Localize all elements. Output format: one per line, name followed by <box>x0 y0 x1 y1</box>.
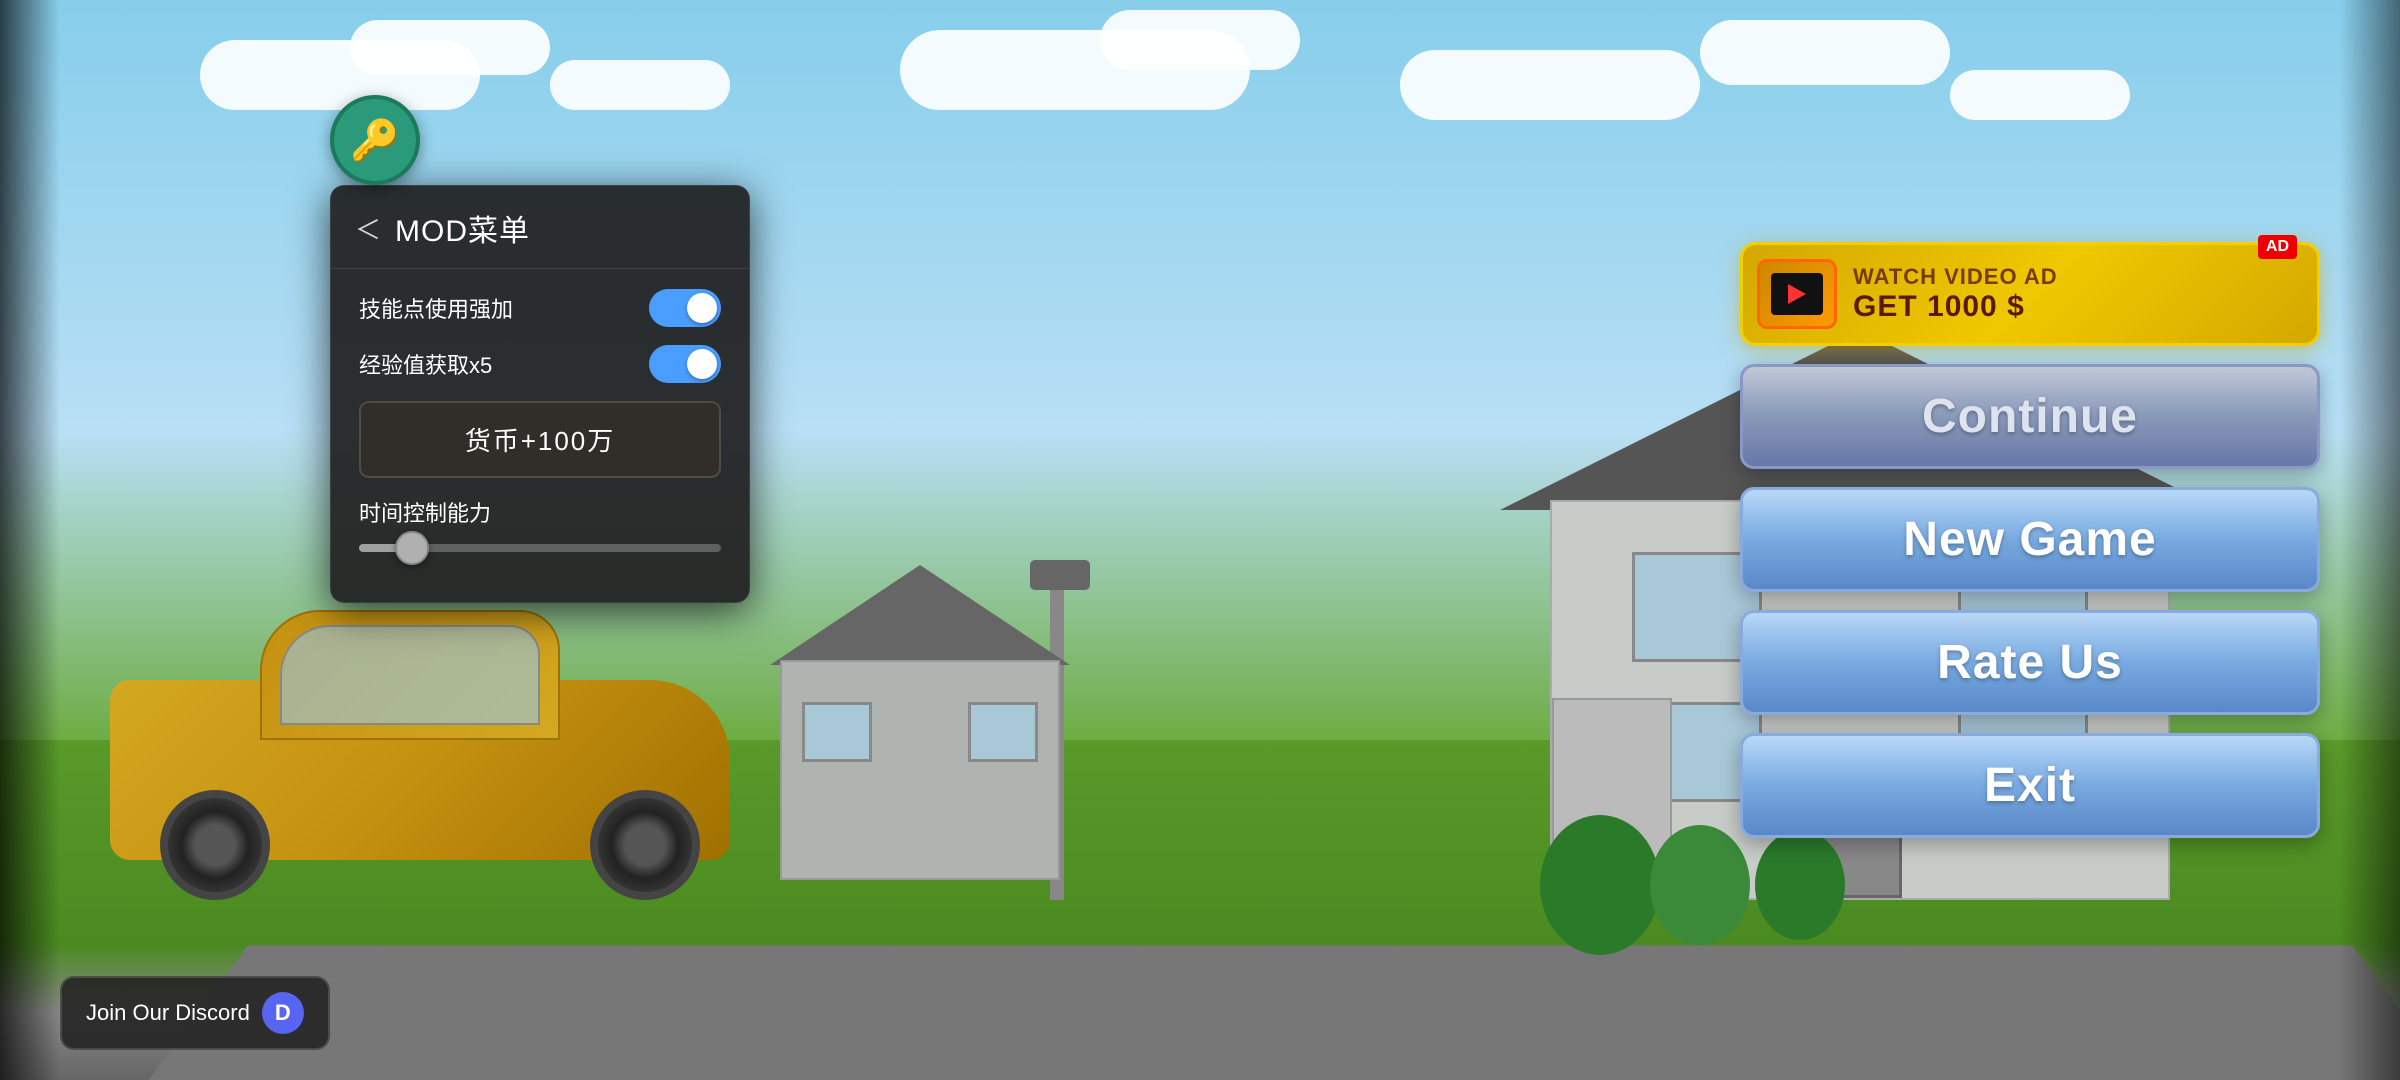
ad-tv-icon <box>1757 259 1837 329</box>
mod-skill-boost-row: 技能点使用强加 <box>359 289 721 327</box>
mod-exp-boost-label: 经验值获取x5 <box>359 348 492 380</box>
ad-play-icon <box>1788 284 1806 304</box>
continue-button[interactable]: Continue <box>1740 364 2320 469</box>
mod-time-control-label: 时间控制能力 <box>359 496 721 528</box>
ad-banner[interactable]: AD WATCH VIDEO AD GET 1000 $ <box>1740 242 2320 346</box>
mod-panel: ＜ MOD菜单 技能点使用强加 经验值获取x5 货币+100万 时 <box>330 185 750 603</box>
mod-skill-boost-toggle[interactable] <box>649 289 721 327</box>
mod-panel-header: ＜ MOD菜单 <box>331 186 749 269</box>
mod-exp-boost-toggle[interactable] <box>649 345 721 383</box>
rate-us-button[interactable]: Rate Us <box>1740 610 2320 715</box>
discord-button[interactable]: Join Our Discord D <box>60 976 330 1050</box>
ad-tv-screen <box>1771 273 1823 315</box>
discord-logo-icon: D <box>262 992 304 1034</box>
mod-back-button[interactable]: ＜ <box>355 210 381 247</box>
mod-time-control-section: 时间控制能力 <box>359 496 721 552</box>
mod-time-control-slider[interactable] <box>359 544 721 552</box>
mod-skill-boost-label: 技能点使用强加 <box>359 292 513 324</box>
new-game-button[interactable]: New Game <box>1740 487 2320 592</box>
ad-badge: AD <box>2258 235 2297 259</box>
mod-exp-boost-row: 经验值获取x5 <box>359 345 721 383</box>
ad-text: WATCH VIDEO AD GET 1000 $ <box>1853 264 2058 324</box>
ad-text-top: WATCH VIDEO AD <box>1853 264 2058 290</box>
ad-text-bottom: GET 1000 $ <box>1853 290 2058 324</box>
exit-button[interactable]: Exit <box>1740 733 2320 838</box>
discord-label: Join Our Discord <box>86 1000 250 1026</box>
mod-key-icon[interactable]: 🔑 <box>330 95 420 185</box>
right-menu: AD WATCH VIDEO AD GET 1000 $ Continue Ne… <box>1740 242 2320 838</box>
key-icon: 🔑 <box>350 117 400 164</box>
mod-panel-title: MOD菜单 <box>395 206 530 250</box>
mod-currency-button[interactable]: 货币+100万 <box>359 401 721 478</box>
mod-panel-content: 技能点使用强加 经验值获取x5 货币+100万 时间控制能力 <box>331 269 749 572</box>
